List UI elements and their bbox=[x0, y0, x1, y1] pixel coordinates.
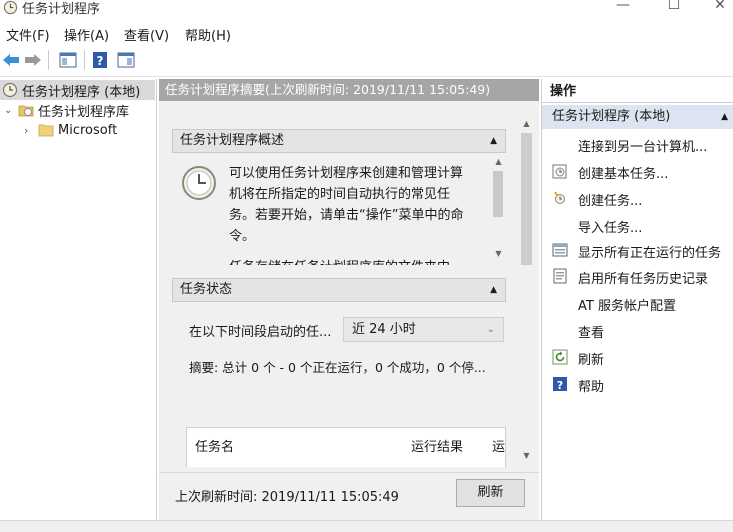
overview-text: 可以使用任务计划程序来创建和管理计算机将在所指定的时间自动执行的常见任务。若要开… bbox=[229, 166, 464, 265]
action-import-task[interactable]: 导入任务... bbox=[542, 214, 733, 236]
refresh-button[interactable]: 刷新 bbox=[456, 479, 525, 507]
clock-icon bbox=[3, 0, 18, 15]
console-tree: 任务计划程序 (本地) ⌄ 任务计划程序库 › Microsoft bbox=[0, 79, 157, 520]
last-refresh-time: 上次刷新时间: 2019/11/11 15:05:49 bbox=[175, 490, 399, 505]
folder-icon bbox=[38, 124, 54, 137]
action-show-running-tasks[interactable]: 显示所有正在运行的任务 bbox=[542, 239, 733, 261]
actions-pane: 操作 任务计划程序 (本地) ▲ 连接到另一台计算机... 创建基本任务... … bbox=[541, 79, 733, 520]
summary-pane: 任务计划程序摘要(上次刷新时间: 2019/11/11 15:05:49) 任务… bbox=[159, 79, 539, 520]
window-title: 任务计划程序 bbox=[22, 2, 101, 17]
maximize-button[interactable]: ☐ bbox=[654, 0, 694, 15]
help-toolbar-button[interactable]: ? bbox=[89, 49, 111, 71]
actions-group-header[interactable]: 任务计划程序 (本地) ▲ bbox=[542, 105, 733, 129]
collapse-icon[interactable]: ▲ bbox=[490, 279, 497, 301]
menu-action[interactable]: 操作(A) bbox=[64, 25, 109, 44]
svg-text:?: ? bbox=[557, 379, 563, 392]
chevron-down-icon: ⌄ bbox=[486, 324, 495, 335]
create-task-icon bbox=[554, 191, 565, 204]
overview-scrollbar[interactable]: ▲ ▼ bbox=[490, 157, 506, 267]
summary-header: 任务计划程序摘要(上次刷新时间: 2019/11/11 15:05:49) bbox=[159, 79, 539, 101]
toolbar: ? bbox=[0, 45, 733, 77]
title-bar: 任务计划程序 — ☐ ✕ bbox=[0, 0, 733, 20]
status-period-select[interactable]: 近 24 小时 ⌄ bbox=[343, 317, 504, 342]
tree-item-label: 任务计划程序库 bbox=[38, 104, 130, 120]
status-bar bbox=[0, 520, 733, 532]
column-task-name[interactable]: 任务名 bbox=[195, 436, 234, 455]
close-button[interactable]: ✕ bbox=[700, 0, 733, 15]
action-refresh[interactable]: 刷新 bbox=[542, 346, 733, 368]
basic-task-icon bbox=[552, 164, 567, 179]
back-button[interactable] bbox=[0, 49, 22, 71]
tree-item-root[interactable]: 任务计划程序 (本地) bbox=[0, 80, 155, 100]
menu-help[interactable]: 帮助(H) bbox=[185, 25, 231, 44]
back-arrow-icon bbox=[3, 54, 19, 66]
task-status-table[interactable]: 任务名 运行结果 运 bbox=[186, 427, 506, 467]
tree-item-label: 任务计划程序 (本地) bbox=[22, 84, 141, 100]
tree-item-microsoft[interactable]: › Microsoft bbox=[0, 120, 155, 140]
actions-title: 操作 bbox=[542, 79, 733, 103]
status-summary: 摘要: 总计 0 个 - 0 个正在运行，0 个成功，0 个停... bbox=[189, 360, 486, 375]
summary-scrollbar[interactable]: ▲ ▼ bbox=[518, 119, 535, 467]
scheduler-clock-icon bbox=[182, 166, 216, 200]
collapse-icon[interactable]: ▲ bbox=[721, 105, 728, 129]
action-view[interactable]: 查看 bbox=[542, 319, 733, 341]
action-connect-computer[interactable]: 连接到另一台计算机... bbox=[542, 133, 733, 155]
help-icon: ? bbox=[553, 377, 567, 392]
console-tree-icon bbox=[59, 52, 77, 68]
overview-section-header[interactable]: 任务计划程序概述 ▲ bbox=[172, 129, 506, 153]
running-tasks-icon bbox=[552, 243, 568, 257]
tree-item-library[interactable]: ⌄ 任务计划程序库 bbox=[0, 100, 155, 120]
clock-icon bbox=[2, 82, 18, 98]
history-icon bbox=[553, 268, 567, 284]
chevron-right-icon[interactable]: › bbox=[24, 124, 38, 137]
forward-arrow-icon bbox=[25, 54, 41, 66]
menu-file[interactable]: 文件(F) bbox=[6, 25, 50, 44]
action-enable-history[interactable]: 启用所有任务历史记录 bbox=[542, 265, 733, 287]
forward-button[interactable] bbox=[22, 49, 44, 71]
action-help[interactable]: ? 帮助 bbox=[542, 373, 733, 395]
column-run[interactable]: 运 bbox=[492, 436, 505, 455]
refresh-icon bbox=[552, 349, 568, 365]
menu-view[interactable]: 查看(V) bbox=[124, 25, 169, 44]
tree-item-label: Microsoft bbox=[58, 122, 118, 138]
help-icon: ? bbox=[93, 52, 107, 68]
action-at-service-config[interactable]: AT 服务帐户配置 bbox=[542, 292, 733, 314]
folder-clock-icon bbox=[18, 105, 34, 117]
status-period-label: 在以下时间段启动的任... bbox=[189, 325, 332, 340]
show-hide-tree-button[interactable] bbox=[57, 49, 79, 71]
collapse-icon[interactable]: ▲ bbox=[490, 130, 497, 152]
action-create-task[interactable]: 创建任务... bbox=[542, 187, 733, 209]
svg-text:?: ? bbox=[97, 54, 104, 68]
minimize-button[interactable]: — bbox=[603, 0, 643, 15]
action-pane-icon bbox=[117, 52, 135, 68]
action-create-basic-task[interactable]: 创建基本任务... bbox=[542, 160, 733, 182]
status-section-header[interactable]: 任务状态 ▲ bbox=[172, 278, 506, 302]
chevron-down-icon[interactable]: ⌄ bbox=[4, 105, 18, 116]
menu-bar: 文件(F) 操作(A) 查看(V) 帮助(H) bbox=[0, 22, 733, 44]
column-run-result[interactable]: 运行结果 bbox=[411, 436, 463, 455]
show-hide-action-pane-button[interactable] bbox=[115, 49, 137, 71]
